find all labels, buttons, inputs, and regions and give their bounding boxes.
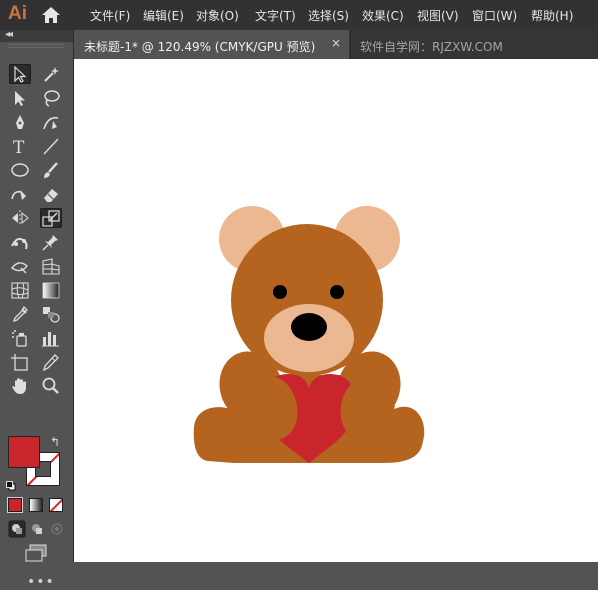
draw-normal-icon[interactable] [8, 520, 26, 538]
bear-left-eye [273, 285, 287, 299]
teddy-bear-artwork [193, 206, 425, 463]
pin-icon [42, 235, 58, 251]
home-icon[interactable] [41, 6, 61, 24]
curvature-tool-button[interactable] [40, 112, 62, 132]
lasso-tool-button[interactable] [40, 88, 62, 108]
symbol-sprayer-icon [12, 330, 27, 347]
menu-type[interactable]: 文字(T) [255, 7, 296, 24]
shaper-tool-button[interactable] [9, 184, 31, 204]
tab-active-document[interactable]: 未标题-1* @ 120.49% (CMYK/GPU 预览) × [74, 30, 349, 59]
reflect-icon [12, 210, 29, 226]
magic-wand-tool-button[interactable] [40, 64, 62, 84]
slice-icon [43, 354, 59, 372]
free-transform-icon [10, 262, 28, 274]
selection-tool-button[interactable] [9, 64, 31, 84]
bear-nose [291, 313, 327, 341]
menu-object[interactable]: 对象(O) [196, 7, 239, 24]
shaper-icon [11, 190, 26, 200]
line-segment-icon [43, 138, 59, 155]
change-screen-mode-icon[interactable] [24, 543, 48, 563]
scale-tool-button[interactable] [40, 208, 62, 228]
pin-tool-button[interactable] [40, 232, 62, 252]
app-logo: Ai [8, 3, 27, 24]
puppet-warp-tool-button[interactable] [9, 232, 31, 252]
tab-separator [350, 30, 351, 59]
menu-bar: Ai 文件(F) 编辑(E) 对象(O) 文字(T) 选择(S) 效果(C) 视… [0, 0, 598, 30]
collapse-panel-icon[interactable]: ◂◂ [5, 29, 13, 40]
color-mode-button[interactable] [8, 498, 22, 512]
zoom-icon [42, 377, 59, 394]
menu-view[interactable]: 视图(V) [417, 7, 459, 24]
mesh-icon [11, 282, 29, 299]
eyedropper-tool-button[interactable] [9, 304, 31, 324]
document-tab-bar: 未标题-1* @ 120.49% (CMYK/GPU 预览) × 软件自学网：R… [74, 30, 598, 59]
gradient-icon [42, 282, 60, 299]
tab-close-icon[interactable]: × [331, 36, 341, 50]
curvature-icon [43, 116, 59, 130]
draw-behind-icon[interactable] [28, 520, 46, 538]
ellipse-icon [11, 163, 29, 177]
slice-tool-button[interactable] [40, 352, 62, 372]
eraser-icon [44, 189, 58, 202]
direct-selection-tool-button[interactable] [9, 88, 31, 108]
free-transform-tool-button[interactable] [9, 256, 31, 276]
fill-color-swatch[interactable] [8, 436, 40, 468]
scale-icon [42, 210, 60, 227]
tools-panel: ◂◂ T ↰ ••• [0, 29, 73, 590]
blend-icon [43, 307, 60, 323]
mesh-tool-button[interactable] [9, 280, 31, 300]
line-segment-tool-button[interactable] [40, 136, 62, 156]
puppet-warp-icon [11, 237, 28, 250]
tab-inactive-label[interactable]: 软件自学网：RJZXW.COM [360, 38, 503, 55]
lasso-icon [44, 90, 60, 107]
pen-icon [16, 115, 24, 129]
tab-active-label: 未标题-1* @ 120.49% (CMYK/GPU 预览) [84, 40, 316, 54]
draw-inside-icon[interactable] [48, 520, 66, 538]
svg-text:T: T [13, 138, 25, 156]
menu-edit[interactable]: 编辑(E) [143, 7, 184, 24]
type-icon: T [13, 138, 25, 156]
eraser-tool-button[interactable] [40, 184, 62, 204]
bear-right-eye [330, 285, 344, 299]
eyedropper-icon [12, 305, 28, 323]
paintbrush-icon [44, 162, 58, 178]
default-colors-icon[interactable] [6, 476, 16, 491]
tools-panel-header: ◂◂ [0, 29, 73, 42]
perspective-grid-icon [42, 258, 60, 275]
artboard-tool-button[interactable] [9, 352, 31, 372]
magic-wand-icon [44, 67, 59, 82]
none-mode-button[interactable] [49, 498, 63, 512]
hand-icon [12, 378, 26, 394]
type-tool-button[interactable]: T [9, 136, 31, 156]
symbol-sprayer-tool-button[interactable] [9, 328, 31, 348]
panel-grip[interactable] [8, 44, 64, 48]
menu-select[interactable]: 选择(S) [308, 7, 349, 24]
ellipse-tool-button[interactable] [9, 160, 31, 180]
blend-tool-button[interactable] [40, 304, 62, 324]
column-graph-tool-button[interactable] [40, 328, 62, 348]
artboard-canvas[interactable] [74, 59, 598, 562]
menu-window[interactable]: 窗口(W) [472, 7, 517, 24]
gradient-tool-button[interactable] [40, 280, 62, 300]
reflect-tool-button[interactable] [9, 208, 31, 228]
zoom-tool-button[interactable] [40, 376, 62, 396]
selection-icon [14, 65, 27, 83]
edit-toolbar-icon[interactable]: ••• [27, 574, 55, 590]
menu-file[interactable]: 文件(F) [90, 7, 130, 24]
column-graph-icon [42, 332, 59, 347]
paintbrush-tool-button[interactable] [40, 160, 62, 180]
direct-selection-icon [15, 91, 25, 106]
swap-fill-stroke-icon[interactable]: ↰ [50, 435, 60, 449]
pen-tool-button[interactable] [9, 112, 31, 132]
menu-effect[interactable]: 效果(C) [362, 7, 404, 24]
gradient-mode-button[interactable] [29, 498, 43, 512]
artboard-icon [11, 354, 28, 371]
menu-help[interactable]: 帮助(H) [531, 7, 573, 24]
hand-tool-button[interactable] [9, 376, 31, 396]
perspective-grid-tool-button[interactable] [40, 256, 62, 276]
